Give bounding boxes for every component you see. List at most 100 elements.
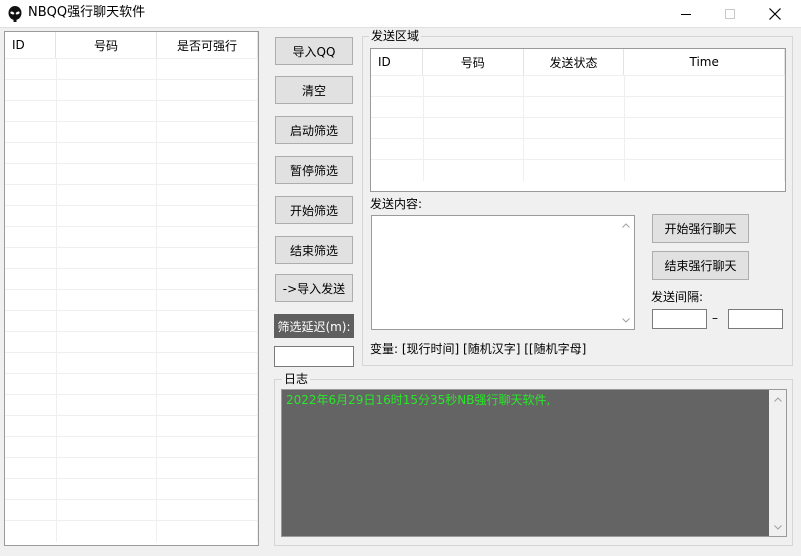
number-list-header: ID 号码 是否可强行	[5, 32, 258, 58]
table-cell	[424, 139, 525, 160]
table-cell	[5, 311, 57, 332]
send-interval-to-input[interactable]	[728, 309, 783, 329]
table-cell	[524, 118, 625, 139]
scroll-up-icon[interactable]	[618, 218, 633, 232]
table-cell	[157, 353, 259, 374]
filter-delay-label: 筛选延迟(m):	[274, 314, 354, 338]
table-cell	[57, 458, 158, 479]
log-scroll-down-icon[interactable]	[770, 520, 785, 534]
table-row	[371, 138, 785, 160]
table-cell	[5, 479, 57, 500]
table-row	[5, 100, 259, 122]
table-cell	[157, 437, 259, 458]
table-cell	[524, 139, 625, 160]
window-title: NBQQ强行聊天软件	[28, 5, 146, 20]
table-cell	[524, 76, 625, 97]
table-row	[5, 142, 259, 164]
table-row	[5, 310, 259, 332]
log-title: 日志	[282, 372, 311, 386]
table-cell	[157, 290, 259, 311]
column-can-force[interactable]: 是否可强行	[157, 32, 258, 58]
alien-icon	[8, 6, 22, 22]
table-row	[5, 184, 259, 206]
close-button[interactable]	[752, 0, 798, 28]
table-cell	[57, 143, 158, 164]
table-cell	[157, 143, 259, 164]
table-row	[5, 163, 259, 185]
table-cell	[5, 290, 57, 311]
filter-delay-input[interactable]	[274, 346, 354, 367]
table-cell	[524, 160, 625, 181]
table-row	[5, 247, 259, 269]
end-filter-button[interactable]: 结束筛选	[275, 236, 353, 264]
log-scroll-up-icon[interactable]	[770, 392, 785, 406]
table-cell	[5, 458, 57, 479]
table-cell	[5, 122, 57, 143]
table-row	[5, 352, 259, 374]
send-column-status[interactable]: 发送状态	[524, 49, 625, 75]
log-line: 2022年6月29日16时15分35秒NB强行聊天软件,	[286, 393, 551, 407]
send-interval-from-input[interactable]	[652, 309, 707, 329]
table-cell	[57, 416, 158, 437]
table-row	[5, 520, 259, 542]
table-cell	[157, 80, 259, 101]
send-content-textarea[interactable]	[371, 215, 635, 330]
pause-filter-button[interactable]: 暂停筛选	[275, 156, 353, 184]
send-column-id[interactable]: ID	[371, 49, 423, 75]
send-list[interactable]: ID 号码 发送状态 Time	[370, 48, 786, 192]
table-cell	[424, 118, 525, 139]
send-list-header: ID 号码 发送状态 Time	[371, 49, 785, 75]
table-cell	[5, 248, 57, 269]
column-id[interactable]: ID	[5, 32, 56, 58]
table-cell	[157, 458, 259, 479]
table-row	[5, 415, 259, 437]
table-row	[5, 289, 259, 311]
table-cell	[5, 353, 57, 374]
log-box[interactable]: 2022年6月29日16时15分35秒NB强行聊天软件,	[281, 389, 787, 537]
table-cell	[5, 80, 57, 101]
start-chat-button[interactable]: 开始强行聊天	[652, 214, 749, 243]
table-cell	[424, 97, 525, 118]
table-cell	[57, 164, 158, 185]
table-cell	[57, 374, 158, 395]
scroll-down-icon[interactable]	[618, 313, 633, 327]
table-cell	[57, 101, 158, 122]
column-number[interactable]: 号码	[56, 32, 157, 58]
table-cell	[371, 97, 424, 118]
table-cell	[157, 59, 259, 80]
clear-button[interactable]: 清空	[275, 76, 353, 104]
table-cell	[5, 59, 57, 80]
title-bar: NBQQ强行聊天软件	[0, 0, 801, 28]
log-scrollbar[interactable]	[769, 390, 786, 536]
start-filter-button[interactable]: 启动筛选	[275, 116, 353, 144]
table-cell	[625, 160, 785, 181]
table-cell	[625, 97, 785, 118]
import-send-button[interactable]: ->导入发送	[275, 274, 353, 302]
table-row	[5, 373, 259, 395]
table-cell	[57, 437, 158, 458]
minimize-button[interactable]	[663, 0, 709, 28]
end-chat-button[interactable]: 结束强行聊天	[652, 251, 749, 280]
send-column-time[interactable]: Time	[624, 49, 785, 75]
table-row	[5, 205, 259, 227]
table-cell	[424, 160, 525, 181]
table-cell	[57, 332, 158, 353]
table-cell	[157, 269, 259, 290]
table-cell	[371, 76, 424, 97]
number-list[interactable]: ID 号码 是否可强行	[4, 31, 259, 546]
table-cell	[5, 185, 57, 206]
table-cell	[157, 227, 259, 248]
table-row	[5, 436, 259, 458]
maximize-button[interactable]	[707, 0, 753, 28]
table-cell	[157, 101, 259, 122]
table-cell	[57, 122, 158, 143]
table-cell	[57, 290, 158, 311]
table-cell	[157, 206, 259, 227]
table-cell	[157, 395, 259, 416]
send-column-number[interactable]: 号码	[423, 49, 524, 75]
table-row	[5, 331, 259, 353]
import-qq-button[interactable]: 导入QQ	[275, 37, 353, 65]
table-cell	[57, 311, 158, 332]
begin-filter-button[interactable]: 开始筛选	[275, 196, 353, 224]
table-cell	[5, 395, 57, 416]
